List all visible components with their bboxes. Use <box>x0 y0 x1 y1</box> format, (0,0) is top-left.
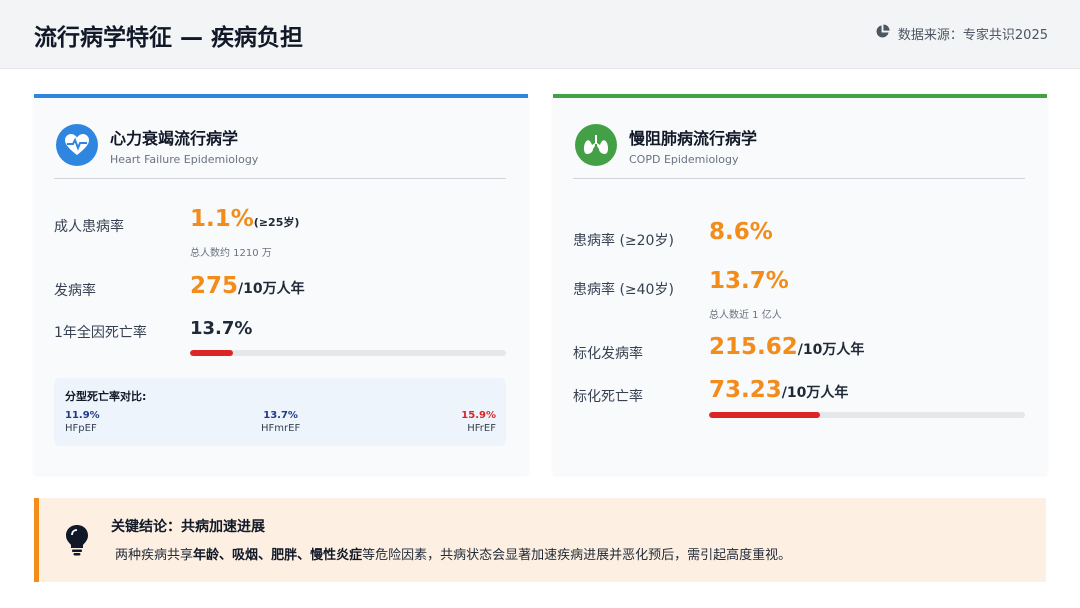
hf-prevalence-number: 1.1% <box>190 206 254 232</box>
lightbulb-icon <box>65 524 89 560</box>
risk-factor-age: 年龄 <box>193 548 220 563</box>
conclusion-text: 两种疾病共享年龄、吸烟、肥胖、慢性炎症等危险因素，共病状态会显著加速疾病进展并恶… <box>115 544 791 563</box>
hf-subtype-hfmref: 13.7% HFmrEF <box>261 410 300 434</box>
copd-prev40-note: 总人数近 1 亿人 <box>709 310 782 321</box>
hf-divider <box>54 178 506 179</box>
hf-card-title: 心力衰竭流行病学 <box>110 128 239 148</box>
hf-prevalence-suffix: (≥25岁) <box>253 216 300 229</box>
hfpef-value: 11.9% <box>65 410 100 421</box>
separator: 、 <box>297 548 311 563</box>
hf-mortality-label: 1年全因死亡率 <box>54 325 147 341</box>
pie-chart-icon <box>875 24 890 43</box>
conclusion-text-post: 等危险因素，共病状态会显著加速疾病进展并恶化预后，需引起高度重视。 <box>362 548 792 563</box>
lungs-icon <box>575 124 617 166</box>
hfmref-name: HFmrEF <box>261 423 301 434</box>
conclusion-title: 关键结论：共病加速进展 <box>111 519 265 535</box>
copd-std-mortality-value: 73.23/10万人年 <box>709 377 848 403</box>
copd-prev40-label: 患病率 (≥40岁) <box>573 282 674 298</box>
separator: 、 <box>258 548 272 563</box>
hf-card-subtitle: Heart Failure Epidemiology <box>110 152 259 166</box>
risk-factor-obesity: 肥胖 <box>271 548 298 563</box>
hf-subtype-title: 分型死亡率对比: <box>65 390 147 403</box>
hf-prevalence-value: 1.1%(≥25岁) <box>190 206 299 232</box>
copd-prev20-value: 8.6% <box>709 219 773 245</box>
copd-std-mortality-unit: /10万人年 <box>781 385 849 401</box>
copd-divider <box>573 178 1025 179</box>
copd-mortality-bar-fill <box>709 412 820 418</box>
copd-prev20-label: 患病率 (≥20岁) <box>573 233 674 249</box>
hf-mortality-bar-fill <box>190 350 234 356</box>
heart-failure-card: 心力衰竭流行病学 Heart Failure Epidemiology 成人患病… <box>34 94 528 474</box>
copd-card: 慢阻肺病流行病学 COPD Epidemiology 患病率 (≥20岁) 8.… <box>553 94 1047 474</box>
hfref-value: 15.9% <box>461 410 496 421</box>
copd-std-incidence-unit: /10万人年 <box>797 342 865 358</box>
conclusion-text-pre: 两种疾病共享 <box>115 548 194 563</box>
header-bar: 流行病学特征 — 疾病负担 数据来源：专家共识2025 <box>0 0 1080 69</box>
hf-subtype-hfref: 15.9% HFrEF <box>461 410 496 434</box>
page-title: 流行病学特征 — 疾病负担 <box>34 25 304 51</box>
copd-mortality-bar <box>709 412 1025 418</box>
hf-prevalence-label: 成人患病率 <box>54 219 124 235</box>
hfpef-name: HFpEF <box>65 423 97 434</box>
copd-std-mortality-number: 73.23 <box>709 377 782 403</box>
risk-factor-inflammation: 慢性炎症 <box>310 548 363 563</box>
heartbeat-icon <box>56 124 98 166</box>
copd-card-title: 慢阻肺病流行病学 <box>629 128 758 148</box>
copd-prev40-value: 13.7% <box>709 268 789 294</box>
hf-incidence-value: 275/10万人年 <box>190 273 305 299</box>
risk-factor-smoking: 吸烟 <box>232 548 259 563</box>
hf-mortality-value: 13.7% <box>190 318 253 339</box>
hf-incidence-number: 275 <box>190 273 239 299</box>
copd-std-incidence-label: 标化发病率 <box>573 346 643 362</box>
hf-subtype-hfpef: 11.9% HFpEF <box>65 410 100 434</box>
data-source: 数据来源：专家共识2025 <box>875 24 1048 43</box>
hfref-name: HFrEF <box>467 423 496 434</box>
copd-std-mortality-label: 标化死亡率 <box>573 389 643 405</box>
copd-std-incidence-number: 215.62 <box>709 334 798 360</box>
separator: 、 <box>219 548 233 563</box>
hf-incidence-unit: /10万人年 <box>238 281 305 297</box>
conclusion-box: 关键结论：共病加速进展 两种疾病共享年龄、吸烟、肥胖、慢性炎症等危险因素，共病状… <box>34 498 1046 582</box>
copd-card-subtitle: COPD Epidemiology <box>629 152 739 166</box>
hf-prevalence-note: 总人数约 1210 万 <box>190 248 272 259</box>
hf-incidence-label: 发病率 <box>54 283 96 299</box>
hf-subtype-box: 分型死亡率对比: 11.9% HFpEF 13.7% HFmrEF 15.9% … <box>54 378 506 446</box>
data-source-text: 数据来源：专家共识2025 <box>897 28 1048 43</box>
hfmref-value: 13.7% <box>263 410 298 421</box>
copd-std-incidence-value: 215.62/10万人年 <box>709 334 864 360</box>
hf-mortality-bar <box>190 350 506 356</box>
